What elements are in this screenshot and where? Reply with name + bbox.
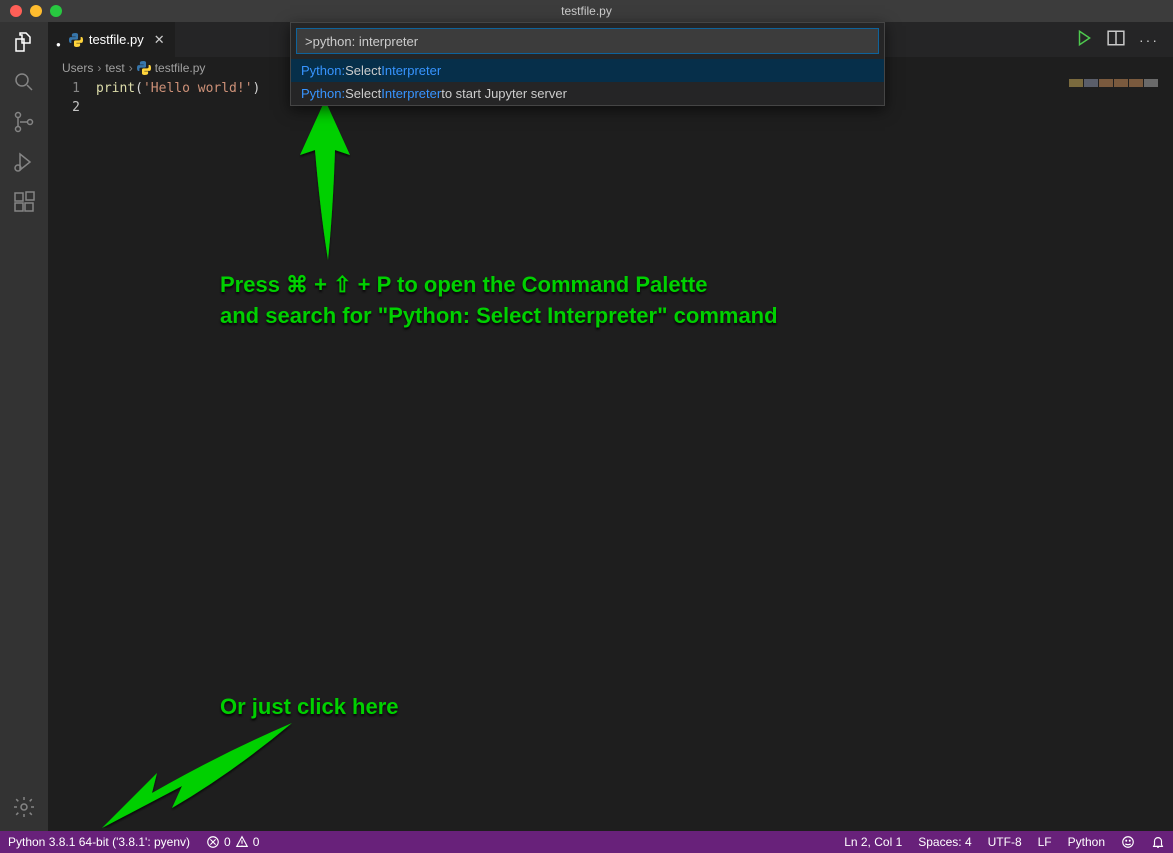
command-palette-item[interactable]: Python: Select Interpreter <box>291 59 884 82</box>
run-icon[interactable] <box>1075 29 1093 50</box>
status-eol[interactable]: LF <box>1030 831 1060 853</box>
source-control-icon[interactable] <box>12 110 36 134</box>
cmd-text: to start Jupyter server <box>441 86 567 101</box>
line-number: 2 <box>48 98 80 117</box>
code-content[interactable]: print('Hello world!') <box>96 79 1173 831</box>
editor-actions: ··· <box>1075 22 1173 57</box>
breadcrumb-segment[interactable]: test <box>105 61 124 75</box>
settings-gear-icon[interactable] <box>12 795 36 819</box>
status-encoding[interactable]: UTF-8 <box>980 831 1030 853</box>
status-bar: Python 3.8.1 64-bit ('3.8.1': pyenv) 0 0… <box>0 831 1173 853</box>
status-indent[interactable]: Spaces: 4 <box>910 831 979 853</box>
line-number: 1 <box>48 79 80 98</box>
debug-icon[interactable] <box>12 150 36 174</box>
code-token: 'Hello world!' <box>143 81 253 96</box>
tab-testfile[interactable]: ● testfile.py ✕ <box>48 22 176 57</box>
status-language[interactable]: Python <box>1060 831 1113 853</box>
line-gutter: 1 2 <box>48 79 96 831</box>
window-title: testfile.py <box>0 4 1173 18</box>
modified-indicator-icon: ● <box>56 40 61 49</box>
titlebar: testfile.py <box>0 0 1173 22</box>
cmd-text: Select <box>345 63 381 78</box>
breadcrumb-segment[interactable]: testfile.py <box>155 61 206 75</box>
cmd-text: Python: <box>301 86 345 101</box>
breadcrumb-segment[interactable]: Users <box>62 61 93 75</box>
chevron-right-icon: › <box>97 61 101 75</box>
editor-area: ● testfile.py ✕ ··· Users › test <box>48 22 1173 831</box>
minimap[interactable] <box>1069 79 1159 87</box>
cmd-text: Interpreter <box>381 63 441 78</box>
error-icon <box>206 835 220 849</box>
python-file-icon <box>137 61 151 75</box>
command-palette: Python: Select Interpreter Python: Selec… <box>290 22 885 106</box>
status-line-col[interactable]: Ln 2, Col 1 <box>836 831 910 853</box>
status-text: 0 <box>224 835 231 849</box>
chevron-right-icon: › <box>129 61 133 75</box>
cmd-text: Interpreter <box>381 86 441 101</box>
status-text: 0 <box>253 835 260 849</box>
tab-label: testfile.py <box>89 32 144 47</box>
cmd-text: Python: <box>301 63 345 78</box>
warning-icon <box>235 835 249 849</box>
status-notifications-icon[interactable] <box>1143 831 1173 853</box>
python-file-icon <box>69 33 83 47</box>
cmd-text: Select <box>345 86 381 101</box>
command-palette-item[interactable]: Python: Select Interpreter to start Jupy… <box>291 82 884 105</box>
status-feedback-icon[interactable] <box>1113 831 1143 853</box>
search-icon[interactable] <box>12 70 36 94</box>
explorer-icon[interactable] <box>12 30 36 54</box>
extensions-icon[interactable] <box>12 190 36 214</box>
split-editor-icon[interactable] <box>1107 29 1125 50</box>
status-python-interpreter[interactable]: Python 3.8.1 64-bit ('3.8.1': pyenv) <box>0 831 198 853</box>
close-tab-icon[interactable]: ✕ <box>150 32 165 48</box>
status-problems[interactable]: 0 0 <box>198 831 267 853</box>
more-actions-icon[interactable]: ··· <box>1139 32 1159 48</box>
activity-bar <box>0 22 48 831</box>
code-token: print <box>96 81 135 96</box>
command-palette-input[interactable] <box>296 28 879 54</box>
code-editor[interactable]: 1 2 print('Hello world!') <box>48 79 1173 831</box>
